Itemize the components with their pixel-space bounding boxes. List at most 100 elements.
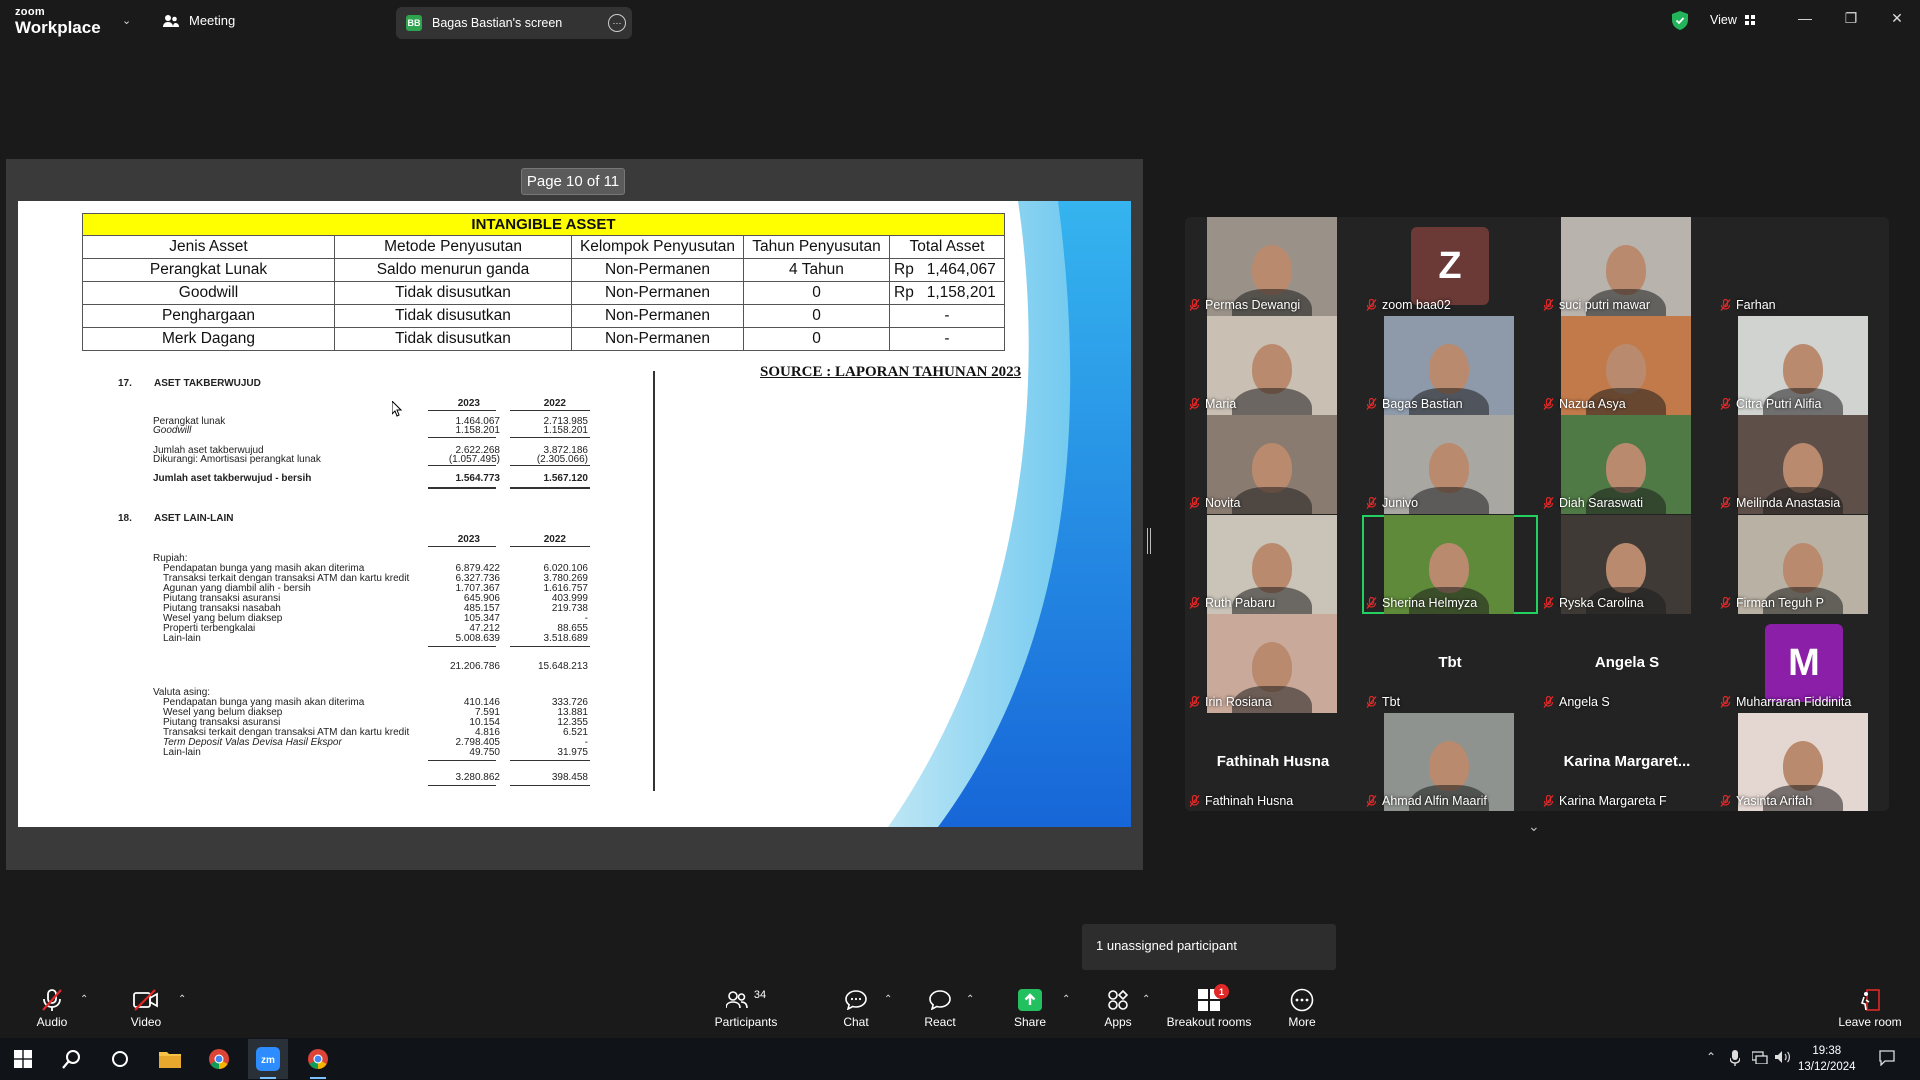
more-button[interactable]: More [1284,988,1320,1029]
meeting-menu[interactable]: Meeting [163,13,235,28]
participant-tile[interactable]: Irin Rosiana [1185,614,1361,713]
participant-tile[interactable]: Sherina Helmyza [1362,515,1538,614]
participant-name: Karina Margareta F [1543,794,1667,808]
mic-muted-icon [1366,299,1377,311]
year-header: 2023 [457,398,480,409]
mic-muted-icon [1189,597,1200,609]
participant-tile[interactable]: Nazua Asya [1539,316,1715,415]
participant-tile[interactable]: Angela S Angela S [1539,614,1715,713]
caret-up-icon[interactable]: ⌃ [966,994,974,1005]
caret-up-icon[interactable]: ⌃ [884,994,892,1005]
clock-time: 19:38 [1812,1045,1842,1057]
participant-silhouette [1429,344,1469,394]
react-button[interactable]: React [922,988,958,1029]
tray-chevron-icon[interactable]: ⌃ [1706,1050,1716,1064]
table-cell: Rp 1,464,067 [889,258,1005,282]
volume-icon[interactable] [1775,1050,1791,1064]
mic-muted-icon [1189,795,1200,807]
mic-muted-icon [1366,497,1377,509]
line-value: 1.158.201 [455,425,501,436]
table-cell: Non-Permanen [571,281,744,305]
sharer-initials: BB [406,15,422,31]
participant-name-label: Karina Margareta F [1559,794,1667,808]
close-icon[interactable]: ✕ [1885,10,1909,32]
participant-tile[interactable]: Novita [1185,415,1361,514]
underline [428,410,496,411]
video-button[interactable]: Video [128,988,164,1029]
underline [428,437,496,438]
breakout-badge: 1 [1214,984,1229,999]
participant-name-label: Yasinta Arifah [1736,794,1813,808]
caret-up-icon[interactable]: ⌃ [1062,994,1070,1005]
participant-tile[interactable]: suci putri mawar [1539,217,1715,316]
participant-tile[interactable]: Farhan [1716,217,1889,316]
apps-button[interactable]: Apps [1100,988,1136,1029]
zoom-app-icon[interactable]: zm [256,1047,280,1071]
mic-muted-icon [42,989,62,1011]
minimize-icon[interactable]: — [1793,10,1817,32]
participant-tile[interactable]: Ahmad Alfin Maarif [1362,713,1538,811]
network-icon[interactable] [1752,1050,1768,1064]
participant-tile[interactable]: Zzoom baa02 [1362,217,1538,316]
search-icon[interactable] [60,1047,84,1071]
participant-tile[interactable]: Firman Teguh P [1716,515,1889,614]
leave-room-button[interactable]: Leave room [1838,988,1902,1029]
chrome-icon[interactable] [207,1047,231,1071]
participant-tile[interactable]: Junivo [1362,415,1538,514]
chrome-profile-icon[interactable] [306,1047,330,1071]
notification-icon[interactable] [1879,1050,1895,1066]
breakout-rooms-button[interactable]: 1 Breakout rooms [1166,984,1252,1029]
column-header: Jenis Asset [82,235,335,259]
participant-tile[interactable]: Maria [1185,316,1361,415]
file-explorer-icon[interactable] [158,1047,182,1071]
participant-silhouette [1429,443,1469,493]
caret-up-icon[interactable]: ⌃ [80,994,88,1005]
participant-tile[interactable]: Ryska Carolina [1539,515,1715,614]
participant-name-label: Citra Putri Alifia [1736,397,1822,411]
participants-button[interactable]: 34 Participants [714,988,778,1029]
subtotal-value: 3.280.862 [455,772,501,783]
caret-up-icon[interactable]: ⌃ [1142,994,1150,1005]
participant-name-label: Tbt [1382,695,1401,709]
chat-button[interactable]: Chat [838,988,874,1029]
view-button[interactable]: View [1710,13,1755,27]
participant-name-label: Novita [1205,496,1241,510]
participant-name: Farhan [1720,298,1776,312]
chevron-down-icon[interactable]: ⌄ [122,14,131,27]
microphone-icon[interactable] [1730,1050,1740,1066]
chevron-down-icon[interactable]: ⌄ [1528,818,1540,835]
unassigned-notice[interactable]: 1 unassigned participant [1082,924,1336,970]
table-cell: Non-Permanen [571,258,744,282]
caret-up-icon[interactable]: ⌃ [178,994,186,1005]
audio-button[interactable]: Audio [34,988,70,1029]
participant-tile[interactable]: Yasinta Arifah [1716,713,1889,811]
participant-tile[interactable]: Permas Dewangi [1185,217,1361,316]
line-value: 31.975 [557,747,588,758]
participant-tile[interactable]: Karina Margaret... Karina Margareta F [1539,713,1715,811]
participant-tile[interactable]: Diah Saraswati [1539,415,1715,514]
participant-tile[interactable]: M Muharraran Fiddinita [1716,614,1889,713]
participant-tile[interactable]: Tbt Tbt [1362,614,1538,713]
participant-tile[interactable]: Bagas Bastian [1362,316,1538,415]
participant-silhouette [1783,443,1823,493]
more-options-icon[interactable]: ··· [608,14,626,32]
restore-icon[interactable]: ❐ [1839,10,1863,32]
react-icon [929,990,951,1010]
share-button[interactable]: Share [1012,988,1048,1029]
encryption-shield-icon[interactable] [1672,11,1688,30]
system-clock[interactable]: 19:38 13/12/2024 [1798,1043,1856,1075]
task-view-icon[interactable] [108,1047,132,1071]
mic-muted-icon [1189,299,1200,311]
screen-share-pill[interactable]: BB Bagas Bastian's screen ··· [396,7,632,39]
more-icon [1290,988,1314,1012]
participant-tile[interactable]: Meilinda Anastasia [1716,415,1889,514]
windows-start-icon[interactable] [11,1047,35,1071]
panel-resize-handle[interactable] [1147,528,1151,554]
meeting-toolbar: Audio ⌃ Video ⌃ 34 Participants Chat ⌃ R… [0,980,1920,1038]
participant-tile[interactable]: Ruth Pabaru [1185,515,1361,614]
participant-tile[interactable]: Citra Putri Alifia [1716,316,1889,415]
zoom-logo[interactable]: zoom Workplace [15,7,101,37]
section-title: ASET TAKBERWUJUD [154,378,261,389]
participant-name-label: Sherina Helmyza [1382,596,1478,610]
participant-tile[interactable]: Fathinah Husna Fathinah Husna [1185,713,1361,811]
